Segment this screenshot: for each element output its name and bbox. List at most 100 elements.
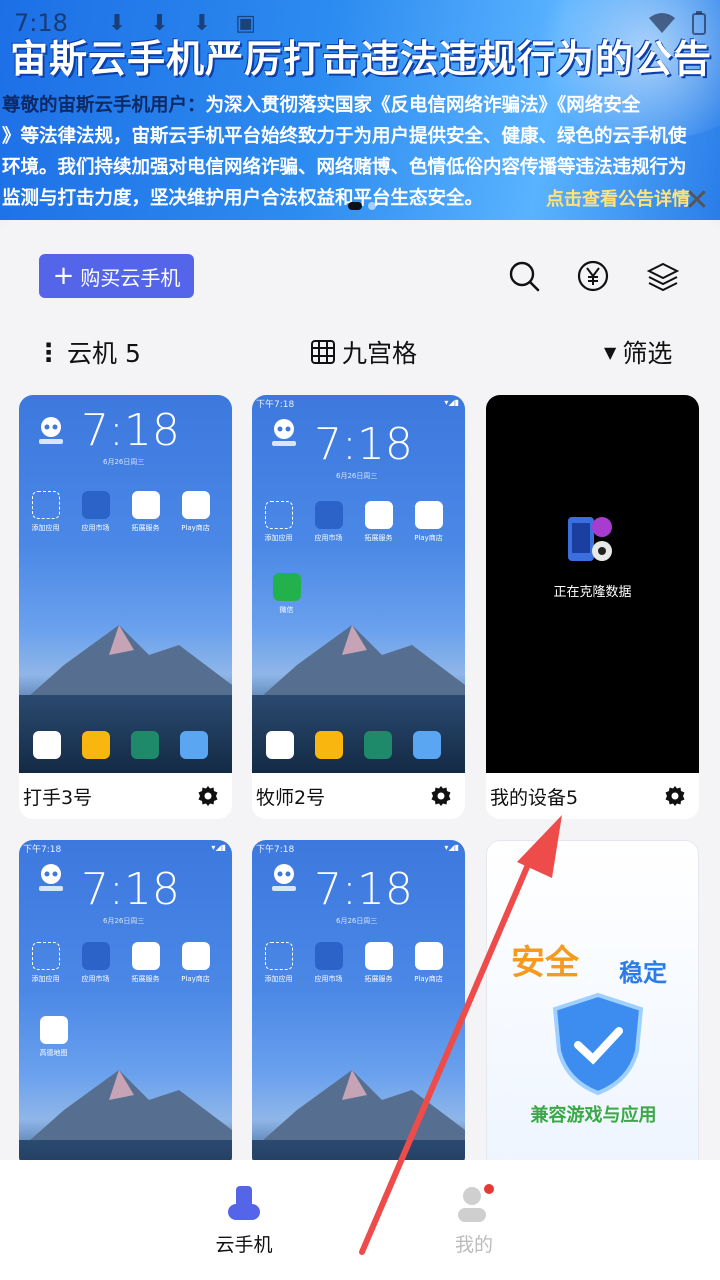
close-icon[interactable]: ✕: [682, 186, 712, 216]
app-row: 添加应用 应用市场 拓展服务 Play商店: [29, 491, 229, 533]
gallery-icon: [413, 731, 441, 759]
add-app-icon: [31, 491, 60, 519]
screen-status-time: 下午7:18: [256, 400, 295, 410]
shopping-bag-icon: [81, 942, 110, 970]
device-screen[interactable]: 下午7:18 ▾◢▮ 7:18 6月26日周三 添加应用 应用市场 拓展服务 P…: [252, 840, 465, 1170]
app-row: 添加应用 应用市场 拓展服务 Play商店: [262, 501, 462, 543]
gear-icon[interactable]: [196, 784, 220, 808]
screen-date: 6月26日周三: [103, 458, 145, 466]
files-icon: [82, 731, 110, 759]
device-card[interactable]: 下午7:18 ▾◢▮ 7:18 6月26日周三 添加应用 应用市场 拓展服务 P…: [252, 395, 465, 819]
device-screen[interactable]: 下午7:18 ▾◢▮ 7:18 6月26日周三 添加应用 应用市场 拓展服务 P…: [252, 395, 465, 773]
buy-button-label: 购买云手机: [80, 265, 181, 290]
app-label: Play商店: [414, 534, 443, 542]
app-add: 添加应用: [29, 491, 62, 533]
triangle-down-icon: ▼: [604, 342, 617, 362]
app-label: 拓展服务: [364, 534, 393, 542]
buy-cloud-phone-button[interactable]: + 购买云手机: [39, 254, 194, 298]
download-icon: ⬇: [107, 10, 127, 36]
cloud-phone-icon: [228, 1186, 260, 1220]
device-screen[interactable]: 下午7:18 ▾◢▮ 7:18 6月26日周三 添加应用 应用市场 拓展服务 P…: [19, 840, 232, 1170]
app-label: Play商店: [181, 524, 210, 532]
grid-icon: [311, 340, 335, 364]
screen-status-time: 下午7:18: [256, 845, 295, 855]
app-add: 添加应用: [29, 942, 62, 984]
gear-icon[interactable]: [429, 784, 453, 808]
app-label: 拓展服务: [364, 975, 393, 983]
announcement-banner[interactable]: 7:18 ⬇ ⬇ ⬇ ▣ 宙斯云手机严厉打击违法违规行为的公告 尊敬的宙斯云手机…: [0, 0, 720, 220]
gear-icon[interactable]: [663, 784, 687, 808]
screen-status-time: 下午7:18: [23, 845, 62, 855]
app-play: Play商店: [179, 491, 212, 533]
device-name: 牧师2号: [256, 786, 326, 809]
device-name: 打手3号: [23, 786, 93, 809]
app-play: Play商店: [179, 942, 212, 984]
nav-cloud-phone-label: 云手机: [215, 1234, 273, 1256]
screen-clock: 7:18: [81, 405, 180, 456]
gallery-icon: [180, 731, 208, 759]
robot-logo-icon: [272, 419, 296, 446]
filter-label: 筛选: [622, 339, 673, 368]
screen-date: 6月26日周三: [336, 472, 378, 480]
app-label: 添加应用: [31, 524, 60, 532]
dock: [33, 731, 223, 759]
app-service: 拓展服务: [362, 501, 395, 543]
phone-repair-icon: [568, 517, 612, 561]
app-label: 应用市场: [314, 975, 343, 983]
device-card[interactable]: 下午7:18 ▾◢▮ 7:18 6月26日周三 添加应用 应用市场 拓展服务 P…: [252, 840, 465, 1170]
app-service: 拓展服务: [362, 942, 395, 984]
device-card-footer: 我的设备5: [486, 773, 699, 819]
shopping-bag-icon: [314, 501, 343, 529]
filter-button[interactable]: ▼ 筛选: [604, 334, 672, 370]
device-screen-cloning[interactable]: 正在克隆数据: [486, 395, 699, 773]
app-label: 应用市场: [314, 534, 343, 542]
service-icon: [131, 942, 160, 970]
play-store-icon: [414, 942, 443, 970]
nav-mine[interactable]: 我的: [424, 1184, 524, 1257]
device-card[interactable]: 7:18 6月26日周三 添加应用 应用市场 拓展服务 Play商店 打手3号: [19, 395, 232, 819]
app-label: 应用市场: [81, 975, 110, 983]
layers-icon[interactable]: [645, 258, 681, 294]
group-label: 云机 5: [67, 339, 141, 368]
banner-line-2: 》等法律法规，宙斯云手机平台始终致力于为用户提供安全、健康、绿色的云手机使: [2, 126, 687, 147]
app-add: 添加应用: [262, 501, 295, 543]
notification-icons: ⬇ ⬇ ⬇ ▣: [108, 11, 256, 36]
screen-clock: 7:18: [81, 864, 180, 915]
app-service: 拓展服务: [129, 491, 162, 533]
app-label: Play商店: [181, 975, 210, 983]
screen-date: 6月26日周三: [336, 917, 378, 925]
service-icon: [131, 491, 160, 519]
screen-status-icons: ▾◢▮: [444, 398, 459, 407]
screen-date: 6月26日周三: [103, 917, 145, 925]
drive-icon: [33, 731, 61, 759]
banner-line-1: 尊敬的宙斯云手机用户：为深入贯彻落实国家《反电信网络诈骗法》《网络安全: [0, 90, 720, 121]
screen-clock: 7:18: [314, 864, 413, 915]
nav-cloud-phone[interactable]: 云手机: [194, 1184, 294, 1257]
service-icon: [364, 942, 393, 970]
device-card[interactable]: 正在克隆数据 我的设备5: [486, 395, 699, 819]
pager-dot: [368, 202, 376, 210]
notification-badge: [484, 1184, 494, 1194]
yuan-icon[interactable]: [575, 258, 611, 294]
pager-dot: [348, 202, 362, 210]
wifi-icon: [649, 13, 675, 33]
device-screen[interactable]: 7:18 6月26日周三 添加应用 应用市场 拓展服务 Play商店: [19, 395, 232, 773]
group-selector[interactable]: ⋮ 云机 5: [36, 334, 141, 370]
status-right: [648, 11, 706, 35]
device-card[interactable]: 下午7:18 ▾◢▮ 7:18 6月26日周三 添加应用 应用市场 拓展服务 P…: [19, 840, 232, 1170]
view-announcement-link[interactable]: 点击查看公告详情: [546, 185, 690, 211]
nav-mine-label: 我的: [454, 1234, 493, 1256]
more-vert-icon: ⋮: [36, 337, 61, 367]
layout-toggle[interactable]: 九宫格: [310, 334, 417, 370]
search-icon[interactable]: [506, 258, 542, 294]
play-store-icon: [181, 491, 210, 519]
device-card-footer: 打手3号: [19, 773, 232, 819]
app-label: 应用市场: [81, 524, 110, 532]
screen-status-icons: ▾◢▮: [211, 843, 226, 852]
files-icon: [315, 731, 343, 759]
cloning-status: 正在克隆数据: [553, 585, 632, 600]
robot-logo-icon: [272, 864, 296, 891]
device-name: 我的设备5: [490, 786, 579, 809]
app-market: 应用市场: [79, 491, 112, 533]
promo-card[interactable]: 安全 稳定 兼容游戏与应用: [486, 840, 699, 1170]
